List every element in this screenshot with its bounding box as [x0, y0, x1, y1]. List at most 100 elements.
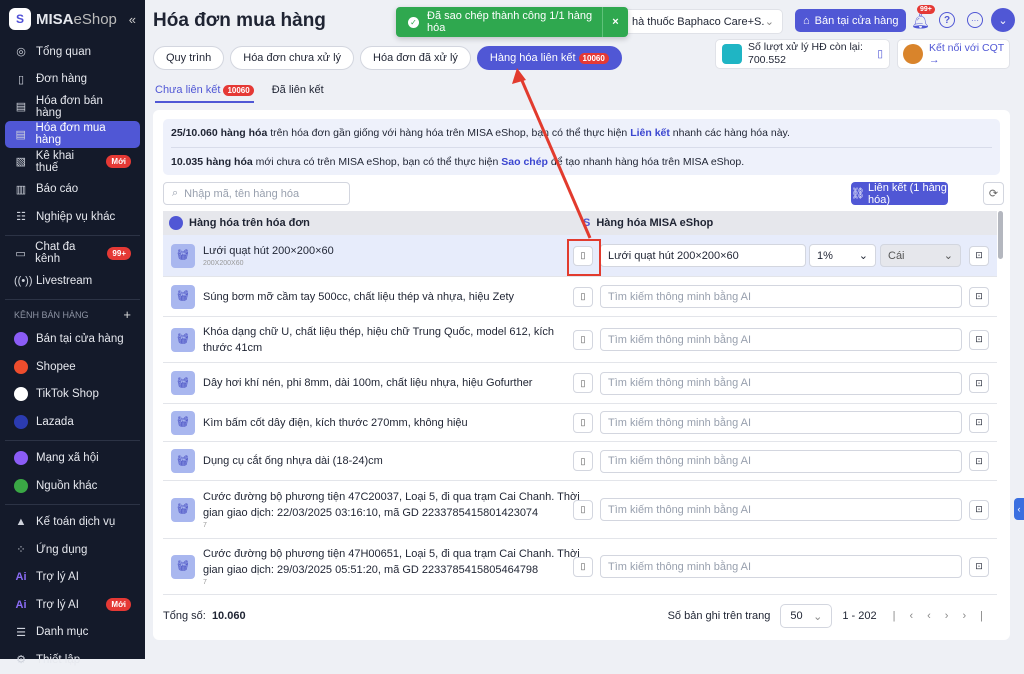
sidebar-item[interactable]: Mạng xã hội [5, 445, 140, 473]
store-select[interactable]: hà thuốc Baphaco Care+S... ⌄ [623, 9, 783, 34]
copy-item-button[interactable]: ▯ [573, 499, 593, 520]
add-item-button[interactable]: ⊡ [969, 245, 989, 266]
table-header: Hàng hóa trên hóa đơn S Hàng hóa MISA eSho… [163, 211, 997, 235]
ai-search-input[interactable]: Tìm kiếm thông minh bằng AI [600, 371, 962, 395]
add-item-button[interactable]: ⊡ [969, 451, 989, 471]
total-value: 10.060 [211, 610, 246, 622]
tab-label: Hóa đơn đã xử lý [373, 52, 458, 64]
collapse-button[interactable]: « [129, 12, 136, 27]
copy-item-button[interactable]: ▯ [573, 329, 593, 350]
more-icon[interactable]: ··· [967, 12, 983, 28]
sidebar-item[interactable]: ☷ Nghiệp vụ khác [5, 203, 140, 231]
table-row[interactable]: 🧺︎ Súng bơm mỡ cầm tay 500cc, chất liệu t… [163, 277, 997, 317]
sidebar-item[interactable]: Lazada [5, 408, 140, 436]
sidebar-item-label: Nghiệp vụ khác [36, 210, 116, 223]
copy-item-button[interactable]: ▯ [573, 412, 593, 433]
table-row[interactable]: 🧺︎ Dụng cụ cắt ống nhựa dài (18-24)cm ▯ Tìm… [163, 442, 997, 481]
menu-icon: Ai [15, 571, 27, 584]
add-item-button[interactable]: ⊡ [969, 499, 989, 520]
bell-icon[interactable]: 🔔︎ [911, 12, 930, 30]
sidebar-item[interactable]: Ai Trợ lý AI Mới [5, 591, 140, 619]
sidebar-item[interactable]: Nguồn khác [5, 472, 140, 500]
basket-icon: 🧺︎ [171, 449, 195, 473]
sell-in-store-button[interactable]: ⌂ Bán tại cửa hàng [795, 9, 907, 32]
first-page-button[interactable]: |‹ [893, 610, 928, 622]
copy-item-button[interactable]: ▯ [573, 373, 593, 393]
quota-label: Số lượt xử lý HĐ còn lại: [748, 41, 863, 53]
logo: S MISAeShop « [0, 0, 145, 38]
invoice-item-code: 200X200X60 [203, 260, 244, 267]
scrollbar[interactable] [998, 211, 1003, 259]
copy-item-button[interactable]: ▯ [573, 245, 593, 266]
tab[interactable]: Hàng hóa liên kết 10060 [476, 46, 622, 70]
subtab-unlinked[interactable]: Chưa liên kết 10060 [155, 84, 254, 103]
table-row[interactable]: 🧺︎ Dây hơi khí nén, phi 8mm, dài 100m, ch… [163, 363, 997, 404]
tab[interactable]: Quy trình [153, 46, 225, 70]
copy-item-button[interactable]: ▯ [573, 286, 593, 307]
side-panel-toggle[interactable]: ‹ [1014, 498, 1024, 520]
sidebar-item[interactable]: ☰ Danh mục [5, 619, 140, 647]
add-item-button[interactable]: ⊡ [969, 556, 989, 577]
copy-item-button[interactable]: ▯ [573, 556, 593, 577]
sidebar-item[interactable]: ▯ Đơn hàng [5, 66, 140, 94]
sidebar-item-label: TikTok Shop [36, 388, 99, 401]
eshop-icon: S [583, 217, 591, 229]
sidebar-item[interactable]: ▭ Chat đa kênh 99+ [5, 240, 140, 268]
next-page-button[interactable]: › [945, 610, 963, 622]
sidebar-item[interactable]: ◎ Tổng quan [5, 38, 140, 66]
tax-select[interactable]: 1% ⌄ [809, 244, 876, 267]
subtab-linked[interactable]: Đã liên kết [272, 84, 324, 103]
sidebar-item[interactable]: Bán tại cửa hàng [5, 326, 140, 354]
tab[interactable]: Hóa đơn chưa xử lý [230, 46, 355, 70]
add-item-button[interactable]: ⊡ [969, 412, 989, 433]
copy-action[interactable]: Sao chép [501, 156, 548, 168]
sidebar-item[interactable]: ⚙ Thiết lập [5, 646, 140, 674]
add-item-button[interactable]: ⊡ [969, 373, 989, 393]
ai-search-input[interactable]: Tìm kiếm thông minh bằng AI [600, 411, 962, 434]
sidebar-item[interactable]: Ai Trợ lý AI [5, 564, 140, 592]
tab[interactable]: Hóa đơn đã xử lý [360, 46, 471, 70]
add-item-button[interactable]: ⊡ [969, 286, 989, 307]
link-items-button[interactable]: ⛓︎ Liên kết (1 hàng hóa) [851, 182, 948, 206]
ai-search-input[interactable]: Tìm kiếm thông minh bằng AI [600, 449, 962, 473]
ai-search-input[interactable]: Tìm kiếm thông minh bằng AI [600, 285, 962, 308]
toast-close-button[interactable]: × [602, 7, 628, 37]
table-row[interactable]: 🧺︎ Khóa dạng chữ U, chất liệu thép, hiệu … [163, 317, 997, 363]
eshop-item-input[interactable]: Lưới quạt hút 200×200×60 [600, 244, 806, 267]
unit-select[interactable]: Cái ⌄ [880, 244, 961, 267]
table-row[interactable]: 🧺︎ Cước đường bộ phương tiện 47H00651, Lo… [163, 539, 997, 595]
sidebar-item[interactable]: ▧ Kê khai thuế Mới [5, 148, 140, 176]
last-page-button[interactable]: ›| [962, 610, 997, 622]
sidebar-item-label: Livestream [36, 274, 93, 287]
link-action[interactable]: Liên kết [630, 127, 670, 139]
connect-cqt-button[interactable]: Kết nối với CQT → [897, 39, 1010, 69]
table-row[interactable]: 🧺︎ Lưới quạt hút 200×200×60 200X200X60 ▯ Lướ… [163, 235, 997, 277]
refresh-button[interactable]: ⟳ [983, 182, 1004, 205]
sidebar-item[interactable]: ⁘ Ứng dụng [5, 536, 140, 564]
ai-search-input[interactable]: Tìm kiếm thông minh bằng AI [600, 555, 962, 578]
document-icon[interactable]: ▯ [877, 48, 883, 60]
table-row[interactable]: 🧺︎ Kìm bấm cốt dây điện, kích thước 270mm… [163, 404, 997, 442]
per-page-select[interactable]: 50 ⌄ [780, 604, 833, 628]
add-channel-button[interactable]: + [123, 307, 131, 322]
ai-search-input[interactable]: Tìm kiếm thông minh bằng AI [600, 328, 962, 351]
sidebar-item[interactable]: ▤ Hóa đơn bán hàng [5, 93, 140, 121]
chevron-down-icon: ⌄ [858, 250, 868, 262]
sidebar-item[interactable]: ▥ Báo cáo [5, 176, 140, 204]
sidebar-item[interactable]: Shopee [5, 353, 140, 381]
ai-search-input[interactable]: Tìm kiếm thông minh bằng AI [600, 498, 962, 521]
chevron-down-icon: ⌄ [813, 610, 823, 623]
sidebar-item[interactable]: ((•)) Livestream [5, 267, 140, 295]
help-icon[interactable]: ? [939, 12, 955, 28]
sidebar-item[interactable]: TikTok Shop [5, 381, 140, 409]
add-item-button[interactable]: ⊡ [969, 329, 989, 350]
sidebar-item[interactable]: ▲ Kế toán dịch vụ [5, 509, 140, 537]
table-row[interactable]: 🧺︎ Cước đường bộ phương tiện 47C20037, Lo… [163, 481, 997, 539]
invoice-item-name: Dụng cụ cắt ống nhựa dài (18-24)cm [203, 455, 383, 467]
account-menu-button[interactable]: ⌄ [991, 8, 1015, 32]
invoice-item-name: Khóa dạng chữ U, chất liệu thép, hiệu ch… [203, 325, 555, 354]
search-input[interactable]: ⌕ Nhập mã, tên hàng hóa [163, 182, 350, 205]
sidebar-item[interactable]: ▤ Hóa đơn mua hàng [5, 120, 140, 148]
copy-item-button[interactable]: ▯ [573, 451, 593, 471]
prev-page-button[interactable]: ‹ [927, 610, 945, 622]
